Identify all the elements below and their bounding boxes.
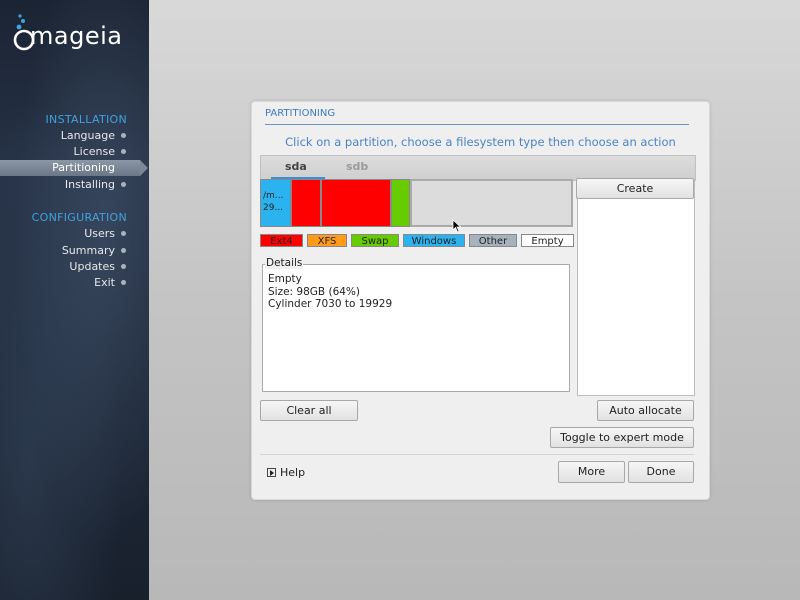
sidebar-item-label: Updates: [69, 260, 115, 273]
title-divider: [265, 124, 689, 125]
section-title-installation: INSTALLATION: [45, 113, 127, 126]
footer-divider: [260, 454, 694, 455]
logo-text: mageia: [30, 22, 123, 50]
legend-swap[interactable]: Swap: [351, 234, 399, 247]
partition-empty[interactable]: [410, 179, 573, 227]
tab-sda[interactable]: sda: [285, 160, 307, 173]
legend-xfs[interactable]: XFS: [307, 234, 347, 247]
legend-empty[interactable]: Empty: [521, 234, 574, 247]
sidebar-item-label: Installing: [64, 178, 115, 191]
legend-other[interactable]: Other: [469, 234, 517, 247]
help-label: Help: [280, 466, 306, 479]
details-legend: Details: [265, 257, 304, 269]
legend-ext4[interactable]: Ext4: [260, 234, 303, 247]
sidebar-item-label: License: [73, 145, 115, 158]
instruction-text: Click on a partition, choose a filesyste…: [285, 135, 676, 149]
tab-sdb[interactable]: sdb: [346, 160, 368, 173]
partitioning-dialog: PARTITIONING Click on a partition, choos…: [251, 101, 710, 500]
partition-ext4-1[interactable]: [291, 179, 321, 227]
sidebar-item-updates[interactable]: Updates: [0, 259, 149, 275]
sidebar-item-partitioning[interactable]: Partitioning: [0, 160, 148, 176]
sidebar-item-language[interactable]: Language: [0, 128, 149, 144]
section-title-configuration: CONFIGURATION: [31, 211, 127, 224]
bullet-icon: [121, 231, 126, 236]
partition-bar: /m... 29...: [260, 179, 574, 229]
sidebar-item-users[interactable]: Users: [0, 226, 149, 242]
details-size: Size: 98GB (64%): [268, 285, 360, 298]
done-button[interactable]: Done: [628, 461, 694, 483]
more-button[interactable]: More: [558, 461, 625, 483]
bullet-icon: [121, 149, 126, 154]
partition-windows[interactable]: /m... 29...: [260, 179, 291, 227]
partition-label: /m...: [263, 191, 284, 201]
bullet-icon: [121, 264, 126, 269]
dialog-title: PARTITIONING: [265, 108, 336, 119]
sidebar-item-label: Partitioning: [52, 161, 115, 174]
sidebar-item-label: Language: [60, 129, 115, 142]
sidebar-item-exit[interactable]: Exit: [0, 275, 149, 291]
play-icon: [267, 468, 276, 477]
details-type: Empty: [268, 273, 302, 285]
clear-all-button[interactable]: Clear all: [260, 400, 358, 421]
auto-allocate-button[interactable]: Auto allocate: [597, 400, 694, 421]
toggle-expert-mode-button[interactable]: Toggle to expert mode: [550, 427, 694, 448]
partition-ext4-2[interactable]: [321, 179, 391, 227]
sidebar-item-label: Users: [84, 227, 115, 240]
sidebar-item-label: Summary: [61, 244, 115, 257]
details-cylinders: Cylinder 7030 to 19929: [268, 298, 393, 310]
sidebar-item-summary[interactable]: Summary: [0, 243, 149, 259]
sidebar-item-installing[interactable]: Installing: [0, 177, 149, 193]
bullet-icon: [121, 182, 126, 187]
sidebar: mageia INSTALLATION Language License Par…: [0, 0, 149, 600]
legend-windows[interactable]: Windows: [403, 234, 465, 247]
partition-swap[interactable]: [391, 179, 410, 227]
create-button[interactable]: Create: [576, 178, 694, 199]
partition-size: 29...: [263, 203, 284, 213]
bullet-icon: [121, 280, 126, 285]
sidebar-item-label: Exit: [94, 276, 115, 289]
details-text: Empty Size: 98GB (64%) Cylinder 7030 to …: [268, 273, 392, 311]
mouse-cursor-icon: [452, 219, 462, 233]
bullet-icon: [121, 133, 126, 138]
help-button[interactable]: Help: [267, 466, 305, 479]
sidebar-item-license[interactable]: License: [0, 144, 149, 160]
bullet-icon: [121, 248, 126, 253]
action-panel: [577, 179, 695, 396]
